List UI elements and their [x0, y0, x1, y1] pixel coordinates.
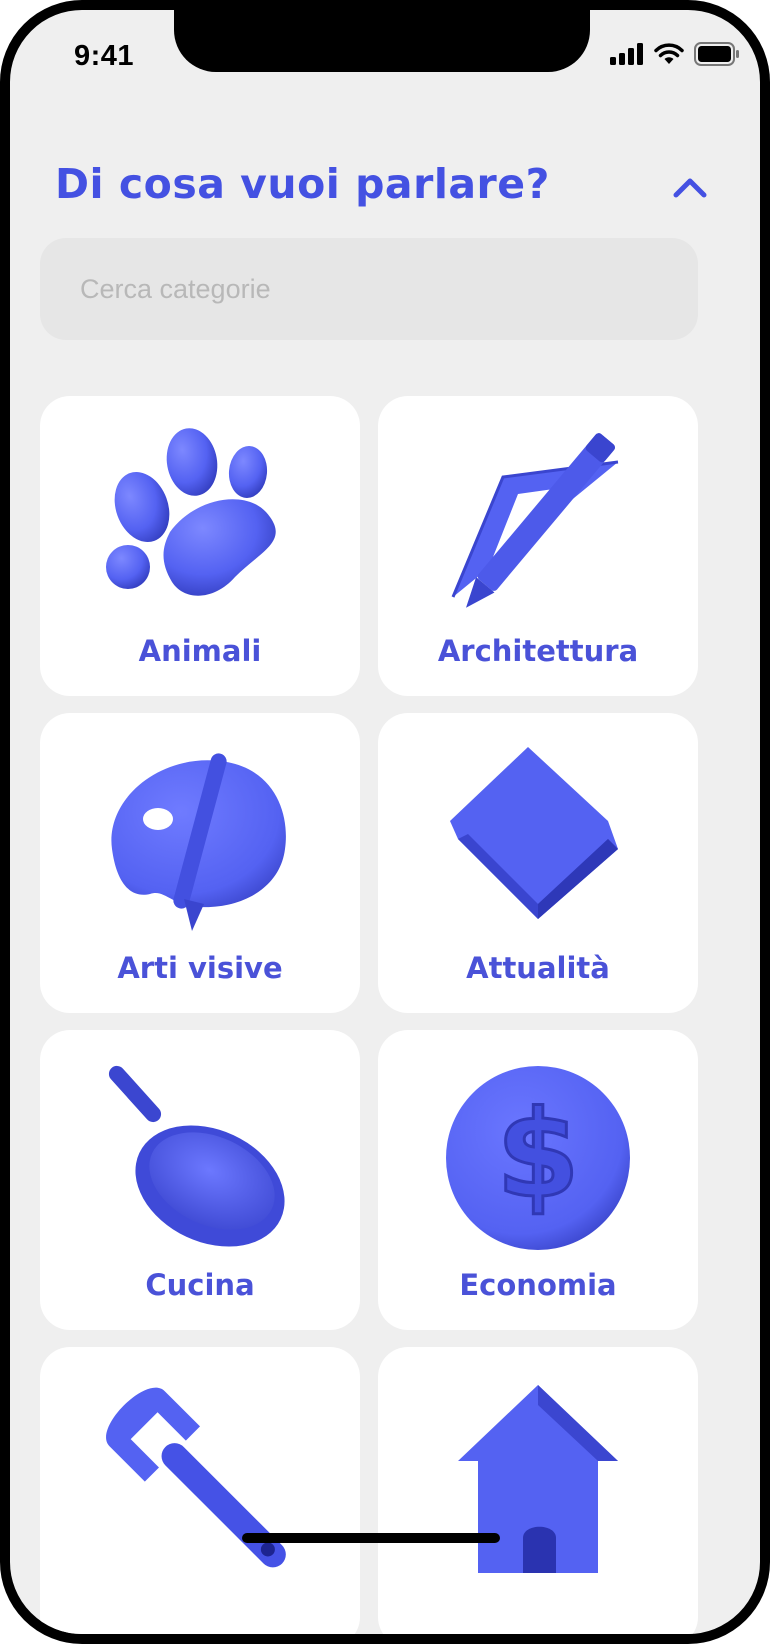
- category-card-home[interactable]: [378, 1347, 698, 1634]
- house-icon: [458, 1385, 618, 1573]
- category-label: Economia: [459, 1268, 617, 1302]
- home-indicator[interactable]: [242, 1533, 500, 1543]
- phone-frame: 9:41 Di cosa vuoi parlare? Cerca categor…: [0, 0, 770, 1644]
- battery-icon: [694, 42, 740, 71]
- search-input[interactable]: [78, 272, 662, 306]
- collapse-button[interactable]: [667, 164, 713, 210]
- category-card-animali[interactable]: Animali: [40, 396, 360, 696]
- dollar-coin-icon: $: [446, 1066, 630, 1250]
- wifi-icon: [654, 43, 684, 70]
- chevron-up-icon: [673, 178, 707, 198]
- palette-icon: [111, 753, 286, 931]
- status-time: 9:41: [74, 40, 135, 72]
- signal-icon: [610, 43, 644, 70]
- category-card-attualita[interactable]: Attualità: [378, 713, 698, 1013]
- status-icons: [610, 42, 740, 71]
- frying-pan-icon: [108, 1065, 285, 1247]
- svg-text:$: $: [496, 1086, 580, 1225]
- header: Di cosa vuoi parlare?: [55, 160, 735, 220]
- category-label: Cucina: [145, 1268, 255, 1302]
- category-grid: Animali Architettura Arti visive Attuali…: [40, 396, 700, 1634]
- category-label: Architettura: [437, 634, 639, 668]
- page-title: Di cosa vuoi parlare?: [55, 160, 550, 208]
- search-bar[interactable]: [40, 238, 698, 340]
- category-label: Animali: [138, 634, 262, 668]
- set-square-pencil-icon: [451, 433, 619, 608]
- category-card-cucina[interactable]: Cucina: [40, 1030, 360, 1330]
- notch: [174, 10, 590, 72]
- category-card-arti-visive[interactable]: Arti visive: [40, 713, 360, 1013]
- newspaper-icon: [450, 747, 618, 919]
- category-label: Arti visive: [117, 951, 283, 985]
- category-card-economia[interactable]: $ Economia: [378, 1030, 698, 1330]
- category-card-tools[interactable]: [40, 1347, 360, 1634]
- category-label: Attualità: [466, 951, 610, 985]
- wrench-icon: [106, 1387, 286, 1568]
- category-card-architettura[interactable]: Architettura: [378, 396, 698, 696]
- paw-icon: [106, 428, 276, 596]
